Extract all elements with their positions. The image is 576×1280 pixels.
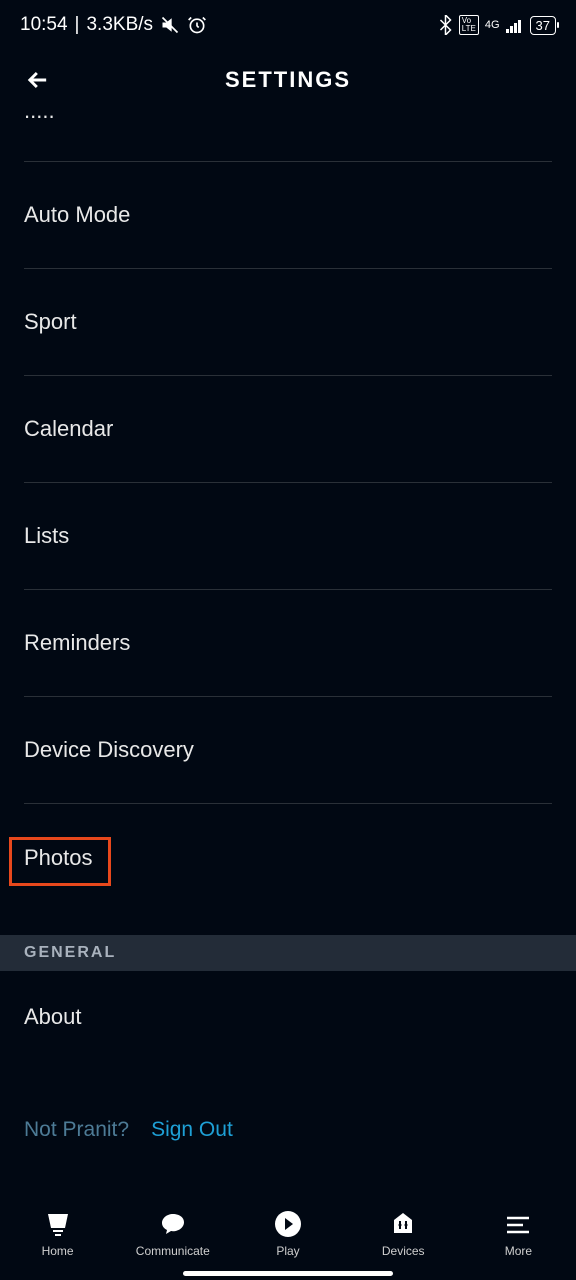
nav-label: Play: [276, 1244, 299, 1258]
nav-label: Devices: [382, 1244, 425, 1258]
settings-item-calendar[interactable]: Calendar: [24, 376, 552, 483]
not-user-link[interactable]: Not Pranit?: [24, 1118, 129, 1142]
devices-icon: [388, 1210, 418, 1238]
nav-more[interactable]: More: [461, 1210, 576, 1258]
bluetooth-icon: [438, 15, 453, 35]
communicate-icon: [158, 1210, 188, 1238]
mute-icon: [160, 15, 180, 35]
volte-icon: VoLTE: [459, 15, 479, 35]
section-header-general: GENERAL: [0, 935, 576, 971]
status-time: 10:54: [20, 14, 68, 36]
settings-item-label: Photos: [24, 845, 93, 871]
status-left: 10:54 | 3.3KB/s: [20, 14, 207, 36]
settings-item-label: About: [24, 1004, 82, 1030]
status-divider: |: [75, 14, 80, 36]
status-right: VoLTE 4G 37: [438, 15, 556, 35]
settings-item-lists[interactable]: Lists: [24, 483, 552, 590]
settings-item-label: Reminders: [24, 630, 130, 656]
nav-devices[interactable]: Devices: [346, 1210, 461, 1258]
signal-icon: [506, 18, 524, 33]
settings-item-label: Calendar: [24, 416, 113, 442]
battery-icon: 37: [530, 16, 556, 35]
battery-pct: 37: [536, 18, 550, 33]
nav-label: Communicate: [136, 1244, 210, 1258]
bottom-nav: Home Communicate Play Devi: [0, 1180, 576, 1280]
settings-item-label: Sport: [24, 309, 77, 335]
signout-row: Not Pranit? Sign Out: [24, 1118, 552, 1142]
sign-out-link[interactable]: Sign Out: [151, 1118, 233, 1142]
alarm-icon: [187, 15, 207, 35]
status-bar: 10:54 | 3.3KB/s VoLTE 4G: [0, 0, 576, 50]
nav-label: More: [505, 1244, 532, 1258]
status-speed: 3.3KB/s: [86, 14, 153, 36]
app-header: SETTINGS: [0, 50, 576, 110]
home-indicator[interactable]: [183, 1271, 393, 1276]
settings-item-about[interactable]: About: [24, 971, 552, 1063]
nav-label: Home: [42, 1244, 74, 1258]
settings-item-photos[interactable]: Photos: [24, 804, 552, 911]
settings-item-label: Lists: [24, 523, 69, 549]
settings-item-reminders[interactable]: Reminders: [24, 590, 552, 697]
more-icon: [503, 1210, 533, 1238]
settings-content: ..... Auto Mode Sport Calendar Lists Rem…: [0, 110, 576, 1180]
settings-item-label: Device Discovery: [24, 737, 194, 763]
settings-item-sport[interactable]: Sport: [24, 269, 552, 376]
nav-home[interactable]: Home: [0, 1210, 115, 1258]
settings-item-device-discovery[interactable]: Device Discovery: [24, 697, 552, 804]
nav-communicate[interactable]: Communicate: [115, 1210, 230, 1258]
network-4g: 4G: [485, 20, 500, 31]
settings-item-auto-mode[interactable]: Auto Mode: [24, 162, 552, 269]
home-icon: [43, 1210, 73, 1238]
settings-item-label: .....: [24, 110, 55, 124]
settings-item-partial[interactable]: .....: [24, 110, 552, 162]
settings-item-label: Auto Mode: [24, 202, 130, 228]
page-title: SETTINGS: [24, 67, 552, 93]
play-icon: [273, 1210, 303, 1238]
nav-play[interactable]: Play: [230, 1210, 345, 1258]
back-arrow-icon[interactable]: [24, 66, 52, 94]
